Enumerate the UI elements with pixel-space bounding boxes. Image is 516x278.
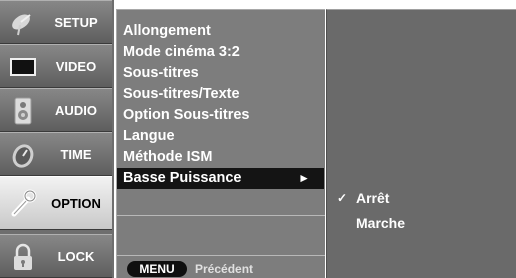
menu-item-label: Sous-titres bbox=[123, 65, 199, 81]
option-menu-panel: Allongement Mode cinéma 3:2 Sous-titres … bbox=[116, 9, 325, 278]
sidebar: SETUP VIDEO AUDIO TIME OPTION LOCK bbox=[0, 0, 114, 278]
menu-item-label: Langue bbox=[123, 128, 175, 144]
menu-item-mode-cinema[interactable]: Mode cinéma 3:2 bbox=[117, 42, 325, 63]
sidebar-item-label: LOCK bbox=[57, 248, 95, 264]
menu-footer: MENU Précédent bbox=[119, 256, 323, 278]
padlock-icon bbox=[14, 243, 32, 270]
menu-item-sous-titres[interactable]: Sous-titres bbox=[117, 63, 325, 84]
menu-item-label: Basse Puissance bbox=[123, 170, 242, 186]
speaker-icon bbox=[14, 97, 32, 125]
osd-menu: SETUP VIDEO AUDIO TIME OPTION LOCK Allon… bbox=[0, 0, 516, 278]
menu-item-methode-ism[interactable]: Méthode ISM bbox=[117, 147, 325, 168]
submenu-item-label: Marche bbox=[356, 215, 406, 231]
menu-list: Allongement Mode cinéma 3:2 Sous-titres … bbox=[117, 21, 325, 189]
menu-item-label: Sous-titres/Texte bbox=[123, 86, 240, 102]
sidebar-item-audio[interactable]: AUDIO bbox=[0, 88, 112, 132]
menu-item-sous-titres-texte[interactable]: Sous-titres/Texte bbox=[117, 84, 325, 105]
sidebar-item-option[interactable]: OPTION bbox=[0, 176, 112, 230]
menu-item-allongement[interactable]: Allongement bbox=[117, 21, 325, 42]
submenu-item-label: Arrêt bbox=[356, 190, 390, 206]
sidebar-item-time[interactable]: TIME bbox=[0, 132, 112, 176]
wrench-icon bbox=[11, 189, 37, 217]
sidebar-item-label: AUDIO bbox=[55, 102, 97, 118]
sidebar-item-label: OPTION bbox=[51, 195, 101, 211]
arrow-right-icon: ► bbox=[298, 171, 310, 185]
tv-screen-icon bbox=[10, 58, 36, 76]
submenu-item-marche[interactable]: Marche bbox=[327, 213, 509, 234]
sidebar-item-label: VIDEO bbox=[55, 58, 97, 74]
menu-item-basse-puissance[interactable]: Basse Puissance ► bbox=[117, 168, 324, 189]
menu-item-label: Option Sous-titres bbox=[123, 107, 250, 123]
submenu-panel: ✓ Arrêt Marche bbox=[326, 9, 516, 278]
sidebar-item-label: TIME bbox=[60, 146, 92, 162]
satellite-dish-icon bbox=[12, 14, 31, 36]
checkmark-icon: ✓ bbox=[337, 191, 348, 205]
menu-item-option-sous-titres[interactable]: Option Sous-titres bbox=[117, 105, 325, 126]
menu-item-langue[interactable]: Langue bbox=[117, 126, 325, 147]
menu-item-label: Méthode ISM bbox=[123, 149, 213, 165]
sidebar-item-lock[interactable]: LOCK bbox=[0, 234, 112, 278]
divider bbox=[117, 215, 325, 216]
menu-item-label: Mode cinéma 3:2 bbox=[123, 44, 240, 60]
submenu-item-arret[interactable]: ✓ Arrêt bbox=[327, 188, 509, 209]
sidebar-item-video[interactable]: VIDEO bbox=[0, 44, 112, 88]
sidebar-item-label: SETUP bbox=[54, 14, 98, 30]
menu-button[interactable]: MENU bbox=[127, 261, 187, 277]
back-hint-label: Précédent bbox=[195, 262, 254, 276]
sidebar-item-setup[interactable]: SETUP bbox=[0, 0, 112, 44]
clock-icon bbox=[12, 144, 34, 168]
menu-item-label: Allongement bbox=[123, 23, 211, 39]
